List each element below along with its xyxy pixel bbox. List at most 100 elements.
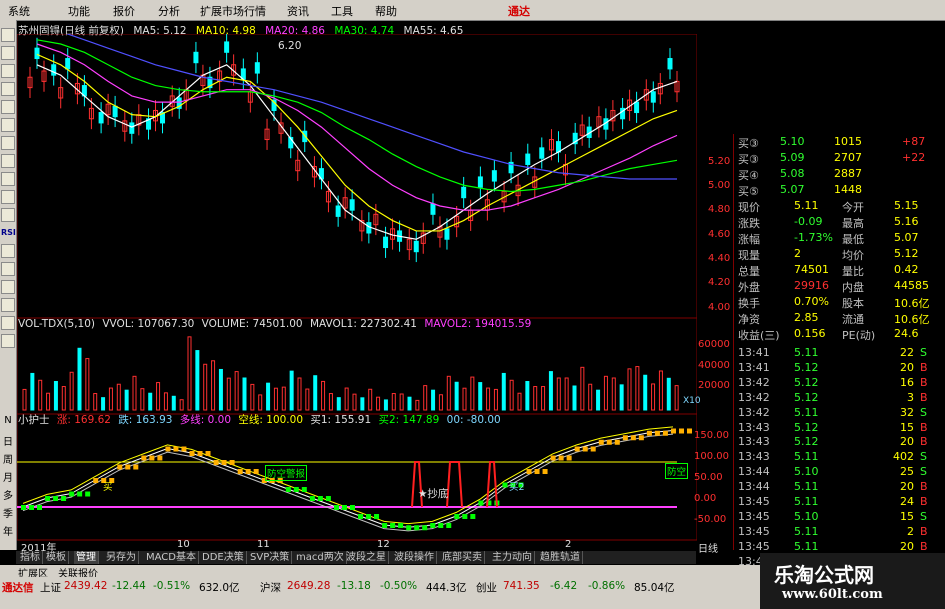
period-season[interactable]: 季 — [1, 505, 15, 520]
chart-icon[interactable] — [1, 136, 15, 150]
trade-direction: B — [920, 360, 928, 374]
chart-icon[interactable] — [1, 82, 15, 96]
volume-bar — [69, 371, 74, 411]
rsi-label[interactable]: RSI — [1, 228, 16, 237]
volume-bar — [226, 377, 231, 411]
sz-index-pct: -0.50% — [380, 580, 418, 592]
tab-9[interactable]: 波段操作 — [392, 551, 437, 564]
chart-icon[interactable] — [1, 46, 15, 60]
trade-volume: 15 — [900, 420, 914, 434]
indicator-dot — [614, 439, 620, 445]
menu-item-function[interactable]: 功能 — [68, 3, 90, 19]
period-year[interactable]: 年 — [1, 523, 15, 538]
chart-icon[interactable] — [1, 118, 15, 132]
trade-row: 13:43 5.12 15 B — [734, 421, 945, 436]
indicator-extra: 00: -80.00 — [446, 414, 501, 426]
period-month[interactable]: 月 — [1, 469, 15, 484]
indicator-dot — [157, 455, 163, 461]
menu-item-analysis[interactable]: 分析 — [158, 3, 180, 19]
trade-volume: 15 — [900, 509, 914, 523]
period-day[interactable]: 日 — [1, 433, 15, 448]
watermark-url: www.60lt.com — [782, 587, 883, 602]
volume-bar — [423, 385, 428, 411]
volume-bar — [603, 375, 608, 411]
tab-3[interactable]: 另存为 — [104, 551, 139, 564]
stat-label: 今开 — [842, 201, 864, 214]
volume-bar — [548, 371, 553, 411]
chart-icon[interactable] — [1, 208, 15, 222]
volume-bar — [541, 386, 546, 411]
candle-body — [477, 176, 483, 188]
period-multi[interactable]: 多 — [1, 487, 15, 502]
chart-icon[interactable] — [1, 280, 15, 294]
sh-index-name[interactable]: 上证 — [40, 580, 61, 595]
tab-5[interactable]: DDE决策 — [200, 551, 247, 564]
price-tick: 4.60 — [708, 229, 731, 240]
indicator-dot — [317, 496, 323, 501]
watermark-title: 乐淘公式网 — [774, 563, 874, 587]
chart-icon[interactable] — [1, 64, 15, 78]
stat-label: PE(动) — [842, 329, 876, 342]
tab-4[interactable]: MACD基本 — [144, 551, 199, 564]
tab-12[interactable]: 趋胜轨道 — [538, 551, 583, 564]
chart-icon[interactable] — [1, 100, 15, 114]
chart-icon[interactable] — [1, 298, 15, 312]
volume-bar — [376, 396, 381, 411]
tab-0[interactable]: 指标 — [18, 551, 43, 564]
stat-label: 收益(三) — [738, 329, 780, 342]
period-n[interactable]: N — [1, 415, 15, 426]
price-tick: 4.80 — [708, 204, 731, 215]
menu-item-system[interactable]: 系统 — [8, 3, 30, 19]
indicator-tick: -50.00 — [694, 514, 727, 525]
stat-label: 净资 — [738, 313, 760, 326]
menu-item-tools[interactable]: 工具 — [331, 3, 353, 19]
stat-row: 涨幅 -1.73% 最低 5.07 — [734, 230, 945, 246]
menu-item-help[interactable]: 帮助 — [375, 3, 397, 19]
period-week[interactable]: 周 — [1, 451, 15, 466]
stat-row: 总量 74501 量比 0.42 — [734, 262, 945, 278]
tab-2[interactable]: 管理 — [74, 551, 99, 564]
trade-time: 13:41 — [738, 360, 770, 374]
sz-index-name[interactable]: 沪深 — [260, 580, 281, 595]
volume-bar — [132, 375, 137, 411]
tab-7[interactable]: macd两次 — [294, 551, 347, 564]
buy-annotation: 买 — [103, 482, 113, 493]
chart-icon[interactable] — [1, 334, 15, 348]
tab-1[interactable]: 模板 — [44, 551, 69, 564]
tab-11[interactable]: 主力动向 — [490, 551, 535, 564]
tab-10[interactable]: 底部买卖 — [440, 551, 485, 564]
indicator-dot — [606, 439, 612, 445]
chart-icon[interactable] — [1, 316, 15, 330]
indicator-dot — [374, 514, 380, 519]
trade-volume: 2 — [907, 524, 914, 538]
menu-item-news[interactable]: 资讯 — [287, 3, 309, 19]
chart-icon[interactable] — [1, 262, 15, 276]
stat-row: 现量 2 均价 5.12 — [734, 246, 945, 262]
chart-icon[interactable] — [1, 154, 15, 168]
candle-body — [634, 101, 640, 114]
chart-icon[interactable] — [1, 244, 15, 258]
air-raid-warning-annotation: 防空警报 — [265, 465, 308, 481]
chart-icon[interactable] — [1, 28, 15, 42]
trade-price: 5.10 — [794, 465, 819, 479]
day-line-label[interactable]: 日线 — [698, 540, 718, 555]
chart-icon[interactable] — [1, 172, 15, 186]
tab-6[interactable]: SVP决策 — [248, 551, 293, 564]
price-pane — [27, 34, 680, 263]
menu-item-quote[interactable]: 报价 — [113, 3, 135, 19]
cy-index-name[interactable]: 创业 — [476, 580, 497, 595]
indicator-dot — [93, 478, 99, 483]
menu-item-extended-market[interactable]: 扩展市场行情 — [200, 3, 266, 19]
candle-body — [650, 91, 656, 103]
trade-time: 13:43 — [738, 435, 770, 449]
volume-bar — [85, 358, 90, 411]
chart-area[interactable] — [17, 34, 697, 550]
volume-bar — [431, 389, 436, 411]
order-volume: 1448 — [834, 183, 862, 196]
chart-icon[interactable] — [1, 190, 15, 204]
tab-8[interactable]: 波段之星 — [344, 551, 389, 564]
volume-bar — [517, 392, 522, 411]
candle-body — [430, 203, 436, 215]
stat-label: 涨幅 — [738, 233, 760, 246]
volume-bar — [635, 366, 640, 411]
